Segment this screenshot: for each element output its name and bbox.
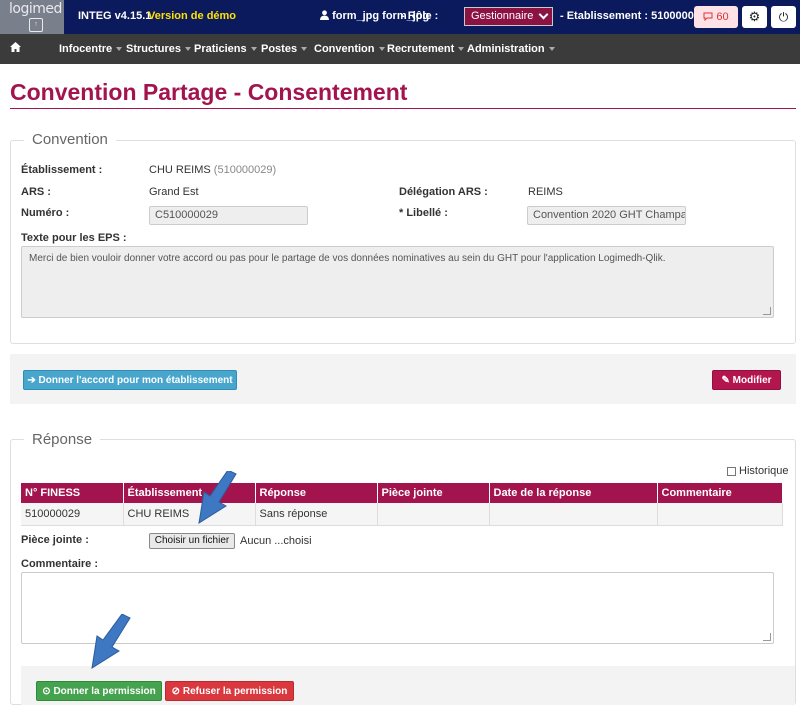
power-icon: ⏻ xyxy=(778,10,789,24)
caret-down-icon xyxy=(250,47,257,52)
top-bar: logimed ↑ INTEG v4.15.1 Version de démo … xyxy=(0,0,800,34)
give-permission-button[interactable]: ⊙ Donner la permission xyxy=(36,681,162,701)
resize-grip-icon[interactable] xyxy=(763,307,771,315)
title-divider xyxy=(10,108,796,109)
role-label: - Rôle : xyxy=(401,10,439,22)
etablissement-value: CHU REIMS (510000029) xyxy=(149,164,277,176)
libelle-field[interactable]: Convention 2020 GHT Champag xyxy=(527,206,686,225)
caret-down-icon xyxy=(116,47,123,52)
chat-bubble-icon xyxy=(703,12,713,22)
reponse-legend: Réponse xyxy=(24,431,101,448)
column-header[interactable]: N° FINESS xyxy=(21,483,124,503)
edit-icon: ✎ xyxy=(721,375,730,386)
reponse-table: N° FINESS Établissement Réponse Pièce jo… xyxy=(21,483,783,526)
nav-convention[interactable]: Convention xyxy=(314,43,385,55)
convention-legend: Convention xyxy=(24,131,116,148)
delegation-label: Délégation ARS : xyxy=(399,186,488,198)
main-navigation: Infocentre Structures Praticiens Postes … xyxy=(0,34,800,64)
messages-count: 60 xyxy=(716,11,729,23)
piece-jointe-label: Pièce jointe : xyxy=(21,534,89,546)
nav-administration[interactable]: Administration xyxy=(467,43,555,55)
caret-down-icon xyxy=(185,47,192,52)
table-cell-reponse: Sans réponse xyxy=(255,503,378,526)
caret-down-icon xyxy=(458,47,465,52)
logo[interactable]: logimed ↑ xyxy=(0,0,64,34)
gear-icon: ⚙ xyxy=(748,9,761,24)
etablissement-label: Établissement : xyxy=(21,164,103,176)
table-cell-piece-jointe xyxy=(377,503,490,526)
app-version: INTEG v4.15.1 xyxy=(78,10,152,22)
nav-praticiens[interactable]: Praticiens xyxy=(194,43,257,55)
give-consent-button[interactable]: ➔ Donner l'accord pour mon établissement xyxy=(23,370,237,390)
messages-button[interactable]: 60 xyxy=(694,6,738,28)
commentaire-label: Commentaire : xyxy=(21,558,99,570)
home-icon xyxy=(10,42,21,52)
annotation-arrow-icon xyxy=(198,471,237,525)
caret-down-icon xyxy=(301,47,308,52)
settings-button[interactable]: ⚙ xyxy=(742,6,767,28)
resize-grip-icon[interactable] xyxy=(763,633,771,641)
refuse-permission-button[interactable]: ⊘ Refuser la permission xyxy=(165,681,294,701)
table-header-row: N° FINESS Établissement Réponse Pièce jo… xyxy=(21,483,783,503)
nav-postes[interactable]: Postes xyxy=(261,43,308,55)
etablissement-label: - Etablissement : 510000029 xyxy=(560,10,707,22)
nav-recrutement[interactable]: Recrutement xyxy=(387,43,465,55)
texte-eps-field[interactable]: Merci de bien vouloir donner votre accor… xyxy=(21,246,774,318)
table-cell-date xyxy=(489,503,658,526)
ban-icon: ⊘ xyxy=(171,686,181,697)
table-cell-commentaire xyxy=(657,503,783,526)
column-header[interactable]: Réponse xyxy=(255,483,378,503)
column-header[interactable]: Pièce jointe xyxy=(377,483,490,503)
choose-file-button[interactable]: Choisir un fichier xyxy=(149,533,235,549)
texte-eps-value: Merci de bien vouloir donner votre accor… xyxy=(29,253,666,264)
role-value: Gestionnaire xyxy=(471,10,534,22)
demo-label: Version de démo xyxy=(148,10,237,22)
historique-label: Historique xyxy=(739,465,789,477)
table-cell-finess: 510000029 xyxy=(21,503,124,526)
logo-mark-icon: ↑ xyxy=(29,18,43,32)
logout-button[interactable]: ⏻ xyxy=(771,6,796,28)
column-header[interactable]: Date de la réponse xyxy=(489,483,658,503)
table-row[interactable]: 510000029 CHU REIMS Sans réponse xyxy=(21,503,783,526)
annotation-arrow-icon xyxy=(91,614,131,670)
user-icon xyxy=(320,10,329,20)
numero-label: Numéro : xyxy=(21,207,70,219)
column-header[interactable]: Commentaire xyxy=(657,483,783,503)
nav-infocentre[interactable]: Infocentre xyxy=(59,43,123,55)
ars-value: Grand Est xyxy=(149,186,199,198)
ars-label: ARS : xyxy=(21,186,51,198)
page-title: Convention Partage - Consentement xyxy=(10,79,408,105)
numero-field[interactable]: C510000029 xyxy=(149,206,308,225)
arrow-right-icon: ➔ xyxy=(27,375,36,386)
modify-button[interactable]: ✎ Modifier xyxy=(712,370,781,390)
role-select[interactable]: Gestionnaire xyxy=(464,7,553,26)
check-circle-icon: ⊙ xyxy=(42,686,51,697)
no-file-text: Aucun ...choisi xyxy=(240,535,312,547)
etablissement-code: (510000029) xyxy=(213,164,277,176)
logo-text: logimed xyxy=(9,1,62,17)
libelle-label: * Libellé : xyxy=(399,207,448,219)
caret-down-icon xyxy=(378,47,385,52)
nav-structures[interactable]: Structures xyxy=(126,43,192,55)
texte-eps-label: Texte pour les EPS : xyxy=(21,232,127,244)
chevron-down-icon xyxy=(538,9,549,20)
delegation-value: REIMS xyxy=(528,186,563,198)
nav-home[interactable] xyxy=(10,42,21,55)
caret-down-icon xyxy=(548,47,555,52)
historique-checkbox[interactable] xyxy=(727,467,736,476)
